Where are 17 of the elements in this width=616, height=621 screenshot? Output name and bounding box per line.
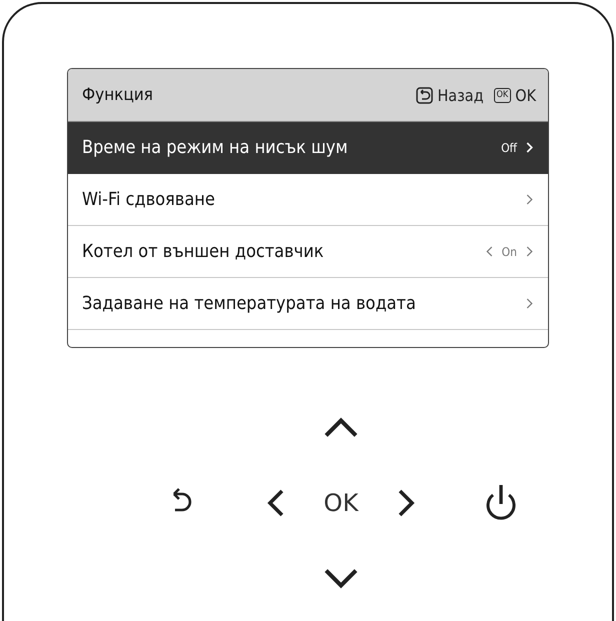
menu-item[interactable]: Котел от външен доставчик On [68, 226, 548, 278]
right-chevron-icon [525, 141, 534, 154]
right-chevron-icon [525, 245, 534, 258]
screen-title: Функция [82, 85, 154, 105]
menu-item[interactable]: Задаване на температурата на водата [68, 278, 548, 330]
hint-label: OK [515, 86, 536, 104]
menu-item[interactable]: Време на режим на нисък шум Off [68, 122, 548, 174]
right-chevron-icon [525, 297, 534, 310]
right-chevron-icon [525, 193, 534, 206]
menu-item[interactable]: Wi-Fi сдвояване [68, 174, 548, 226]
ok-key-icon: OK [494, 88, 512, 102]
back-key-icon [416, 86, 434, 104]
hint-label: Назад [437, 86, 484, 104]
ok-button[interactable]: OK [324, 489, 358, 517]
left-chevron-icon [484, 245, 494, 258]
item-value: On [502, 244, 517, 258]
item-value: Off [501, 140, 517, 154]
